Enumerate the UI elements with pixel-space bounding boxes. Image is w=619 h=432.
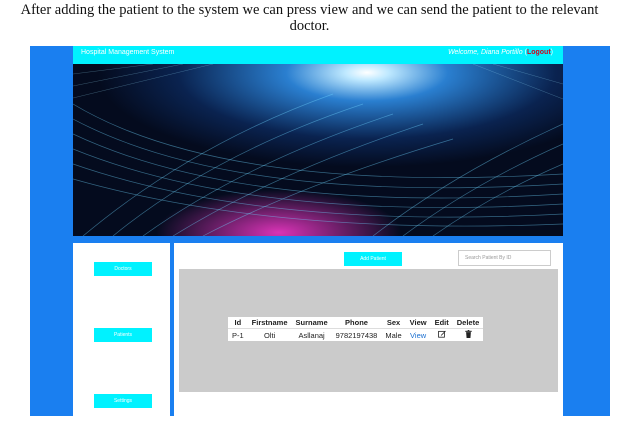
view-link[interactable]: View (410, 331, 426, 340)
hero-banner (73, 64, 563, 236)
search-input[interactable]: Search Patient By ID (458, 250, 551, 266)
col-view: View (405, 317, 431, 329)
add-patient-button[interactable]: Add Patient (344, 252, 402, 266)
top-navbar: Hospital Management System Welcome, Dian… (73, 46, 563, 64)
cell-surname: Asllanaj (298, 330, 325, 340)
col-delete: Delete (452, 317, 484, 329)
welcome-user: Welcome, Diana Portillo (448, 49, 523, 56)
cell-firstname: Olti (263, 330, 276, 340)
sidebar-item-patients[interactable]: Patients (94, 328, 152, 342)
cell-phone: 9782197438 (335, 330, 378, 340)
edit-icon[interactable] (437, 330, 446, 340)
welcome-text: Welcome, Diana Portillo (Logout) (448, 49, 553, 56)
brand-title: Hospital Management System (81, 49, 175, 56)
sidebar-item-settings[interactable]: Settings (94, 394, 152, 408)
col-phone: Phone (331, 317, 382, 329)
cell-sex: Male (385, 330, 402, 340)
table-header-row: Id Firstname Surname Phone Sex View Edit… (228, 317, 484, 329)
instruction-caption: After adding the patient to the system w… (20, 2, 599, 34)
col-sex: Sex (381, 317, 406, 329)
content-area: Id Firstname Surname Phone Sex View Edit… (179, 269, 558, 392)
patients-table: Id Firstname Surname Phone Sex View Edit… (228, 317, 484, 342)
col-edit: Edit (430, 317, 453, 329)
logout-link[interactable]: Logout (527, 49, 551, 56)
col-id: Id (228, 317, 248, 329)
trash-icon[interactable] (464, 330, 472, 340)
main-panel: Add Patient Search Patient By ID Id Firs… (174, 243, 563, 416)
cell-id: P-1 (232, 330, 244, 340)
sidebar-item-doctors[interactable]: Doctors (94, 262, 152, 276)
col-firstname: Firstname (247, 317, 292, 329)
table-row: P-1 Olti Asllanaj 9782197438 Male View (228, 329, 483, 342)
sidebar: Doctors Patients Settings (73, 243, 170, 416)
col-surname: Surname (291, 317, 332, 329)
banner-artwork (73, 64, 563, 236)
